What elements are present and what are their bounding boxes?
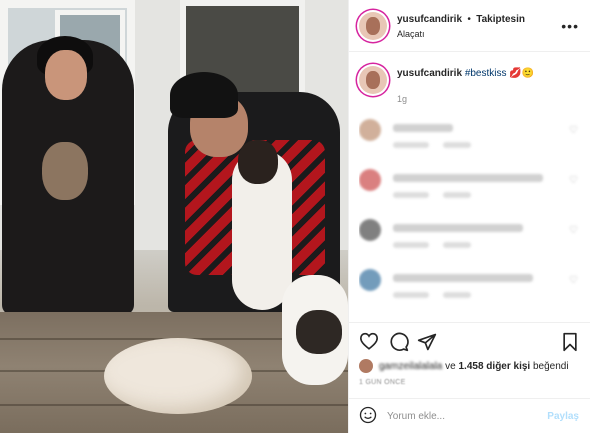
smiley-icon[interactable] — [359, 406, 377, 427]
comment-heart-icon[interactable]: ♡ — [569, 275, 578, 286]
caption-avatar[interactable] — [359, 66, 387, 94]
comment-text-blurred — [393, 174, 543, 182]
comment-body — [393, 266, 533, 316]
post-caption: yusufcandirik #bestkiss 💋🙂 — [359, 66, 584, 94]
commenter-avatar[interactable] — [359, 119, 381, 141]
heart-icon[interactable] — [359, 332, 379, 353]
photo-cat — [42, 142, 88, 200]
photo-second-dog-head — [296, 310, 342, 354]
comment-reply-blurred[interactable] — [443, 242, 471, 248]
comment-body — [393, 216, 523, 266]
comment-icon[interactable] — [389, 332, 409, 355]
comment-text-blurred — [393, 224, 523, 232]
separator-dot: • — [467, 13, 471, 25]
comment-meta — [393, 192, 543, 198]
add-comment-bar: Paylaş — [349, 398, 590, 433]
caption-text: yusufcandirik #bestkiss 💋🙂 — [397, 66, 534, 94]
caption-time[interactable]: 1g — [397, 94, 407, 104]
share-comment-button[interactable]: Paylaş — [547, 411, 579, 422]
likes-suffix: beğendi — [533, 360, 569, 372]
comment-likes-blurred[interactable] — [393, 292, 429, 298]
more-icon[interactable]: ••• — [561, 18, 579, 34]
post-photo[interactable] — [0, 0, 348, 433]
photo-woman-face — [45, 50, 87, 100]
post-header-meta: yusufcandirik • Takiptesin Alaçatı — [397, 11, 525, 41]
comment-reply-blurred[interactable] — [443, 292, 471, 298]
likes-count[interactable]: 1.458 diğer kişi — [459, 361, 531, 372]
bookmark-icon[interactable] — [561, 332, 579, 355]
comment-body — [393, 166, 543, 216]
comment-heart-icon[interactable]: ♡ — [569, 225, 578, 236]
likes-connector: ve — [445, 360, 456, 372]
comment-reply-blurred[interactable] — [443, 142, 471, 148]
post-date[interactable]: 1 GÜN ÖNCE — [359, 379, 406, 386]
author-avatar[interactable] — [359, 11, 387, 40]
follow-status[interactable]: Takiptesin — [476, 14, 525, 25]
photo-man-cap — [170, 72, 238, 118]
commenter-avatar[interactable] — [359, 169, 381, 191]
post-side-panel: yusufcandirik • Takiptesin Alaçatı ••• y… — [348, 0, 590, 433]
comment-list: ♡ ♡ ♡ ♡ — [359, 116, 584, 326]
commenter-avatar[interactable] — [359, 269, 381, 291]
comment-meta — [393, 242, 523, 248]
comment-item: ♡ — [359, 116, 584, 166]
paper-plane-icon[interactable] — [417, 332, 437, 355]
first-liker-name[interactable]: gamzeilalalala — [379, 361, 442, 372]
commenter-avatar[interactable] — [359, 219, 381, 241]
comment-text-blurred — [393, 124, 453, 132]
comment-heart-icon[interactable]: ♡ — [569, 125, 578, 136]
post-actions: gamzeilalalala ve 1.458 diğer kişi beğen… — [349, 322, 590, 432]
comment-likes-blurred[interactable] — [393, 192, 429, 198]
comment-item: ♡ — [359, 216, 584, 266]
comment-text-blurred — [393, 274, 533, 282]
caption-emoji: 💋🙂 — [509, 68, 535, 79]
comment-item: ♡ — [359, 266, 584, 316]
photo-dog-head — [238, 140, 278, 184]
likes-summary: gamzeilalalala ve 1.458 diğer kişi beğen… — [359, 359, 569, 373]
comment-input[interactable] — [387, 411, 537, 422]
comment-reply-blurred[interactable] — [443, 192, 471, 198]
post-location[interactable]: Alaçatı — [397, 27, 525, 41]
comment-likes-blurred[interactable] — [393, 142, 429, 148]
comment-meta — [393, 292, 533, 298]
author-username[interactable]: yusufcandirik — [397, 14, 462, 25]
photo-rabbit — [104, 338, 252, 414]
comment-likes-blurred[interactable] — [393, 242, 429, 248]
liker-avatar[interactable] — [359, 359, 373, 373]
post-header: yusufcandirik • Takiptesin Alaçatı ••• — [349, 0, 590, 52]
comment-item: ♡ — [359, 166, 584, 216]
caption-username[interactable]: yusufcandirik — [397, 68, 462, 79]
comment-body — [393, 116, 471, 166]
caption-hashtag[interactable]: #bestkiss — [465, 68, 507, 79]
comment-meta — [393, 142, 471, 148]
comment-heart-icon[interactable]: ♡ — [569, 175, 578, 186]
